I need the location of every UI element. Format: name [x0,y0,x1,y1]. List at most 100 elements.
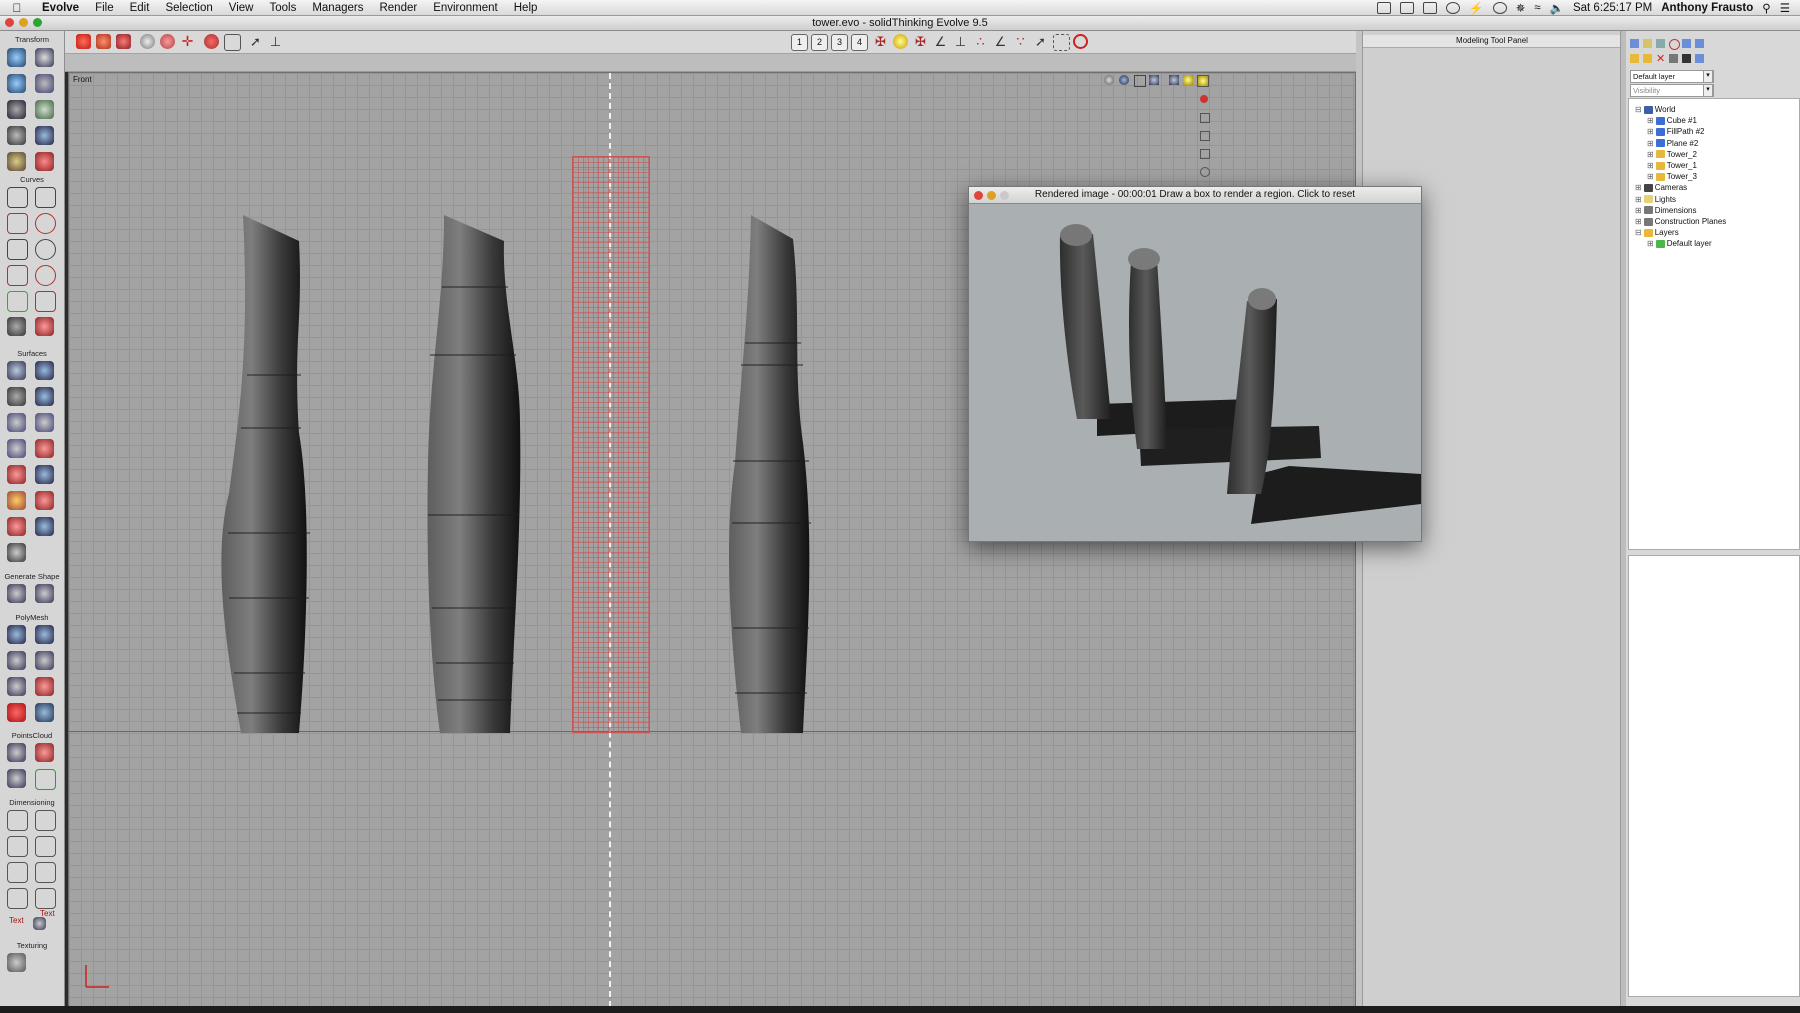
expand-toggle-icon[interactable]: ⊞ [1647,161,1654,170]
render-settings-icon[interactable] [116,34,131,49]
snap-point-icon[interactable]: ∵ [1013,34,1028,49]
aligned-dimension-icon[interactable] [35,810,56,831]
status-power-icon[interactable]: ⚡ [1469,1,1483,15]
notification-list-icon[interactable]: ☰ [1780,1,1790,15]
menubar-clock[interactable]: Sat 6:25:17 PM [1573,2,1652,14]
expand-toggle-icon[interactable]: ⊞ [1635,206,1642,215]
tower-3-shape[interactable] [729,143,849,743]
curve-tool-icon[interactable] [7,265,28,286]
tree-node[interactable]: ⊞ Tower_2 [1647,150,1697,159]
status-upload-icon[interactable] [1400,1,1415,14]
browser-stop-icon[interactable] [1669,39,1680,50]
menu-help[interactable]: Help [506,2,546,14]
menu-view[interactable]: View [221,2,262,14]
zoom-window-icon[interactable] [33,18,42,27]
viewport-nav-dolly-icon[interactable] [1200,149,1210,159]
measure-icon[interactable] [224,34,241,51]
radius-dimension-icon[interactable] [35,836,56,857]
project-curve-icon[interactable] [35,317,54,336]
blend-tool-icon[interactable] [35,439,54,458]
status-app-icon[interactable] [1377,1,1392,14]
zoom-icon[interactable] [140,34,155,49]
browser-new-icon[interactable] [1630,39,1639,48]
extrude-tool-icon[interactable] [7,361,26,380]
box-surface-icon[interactable] [35,361,54,380]
shell-tool-icon[interactable] [35,465,54,484]
browser-settings-icon[interactable] [1695,39,1704,48]
tree-node[interactable]: ⊟ World [1635,105,1675,114]
viewport-nav-pan-icon[interactable] [1200,113,1210,123]
spiral-tool-icon[interactable] [35,239,56,260]
diameter-dimension-icon[interactable] [7,862,28,883]
line-tool-icon[interactable] [35,187,56,208]
mirror-tool-icon[interactable] [35,74,54,93]
expand-toggle-icon[interactable]: ⊟ [1635,105,1642,114]
status-bluetooth-icon[interactable]: ✵ [1516,1,1526,15]
viewport-nav-zoom-icon[interactable] [1200,131,1210,141]
linear-dimension-icon[interactable] [7,810,28,831]
viewport-nav-fit-icon[interactable] [1200,167,1210,177]
snap-box-icon[interactable] [1053,34,1070,51]
browser-refresh-icon[interactable] [1682,39,1691,48]
sweep-tool-icon[interactable] [7,413,26,432]
trim-tool-icon[interactable] [7,491,26,510]
minimize-window-icon[interactable] [19,18,28,27]
view-4-button[interactable]: 4 [851,34,868,51]
disable-snap-icon[interactable] [1073,34,1088,49]
split-tool-icon[interactable] [7,517,26,536]
menu-environment[interactable]: Environment [425,2,506,14]
tower-2-shape[interactable] [424,143,544,743]
polyline-tool-icon[interactable] [7,187,28,208]
expand-toggle-icon[interactable]: ⊞ [1647,139,1654,148]
mesh-cut-icon[interactable] [7,677,26,696]
menu-file[interactable]: File [87,2,122,14]
status-info-icon[interactable] [1446,1,1461,14]
snap-center-icon[interactable] [893,34,908,49]
tree-node[interactable]: ⊞ Construction Planes [1635,217,1726,226]
visibility-select-chevron-down-icon[interactable]: ▾ [1703,84,1713,97]
mesh-check-icon[interactable] [7,703,26,722]
leader-dimension-icon[interactable] [35,862,56,883]
menu-selection[interactable]: Selection [157,2,220,14]
tree-node[interactable]: ⊞ Dimensions [1635,206,1697,215]
tree-node[interactable]: ⊞ Default layer [1647,239,1712,248]
annotation-tool-icon[interactable] [33,917,46,930]
status-display-icon[interactable] [1423,1,1438,14]
render-region-icon[interactable] [96,34,111,49]
texture-tool-icon[interactable] [7,953,26,972]
ordinate-dimension-icon[interactable] [7,888,28,909]
viewport-light-icon[interactable] [1183,75,1193,85]
boolean-tool-icon[interactable] [35,491,54,510]
arc-tool-icon[interactable] [7,213,28,234]
pointscloud-tool-icon[interactable] [7,743,26,762]
snap-intersect-icon[interactable]: ∠ [993,34,1008,49]
text-tool-label[interactable]: Text [9,916,24,925]
browser-link-icon[interactable] [1669,54,1678,63]
mesh-info-icon[interactable] [35,703,54,722]
render-minimize-icon[interactable] [987,191,996,200]
rendered-image[interactable] [969,204,1421,541]
render-zoom-icon[interactable] [1000,191,1009,200]
revolve-tool-icon[interactable] [7,387,26,406]
expand-toggle-icon[interactable]: ⊞ [1635,217,1642,226]
tree-node[interactable]: ⊞ Cube #1 [1647,116,1697,125]
viewport-nav-orbit-icon[interactable] [1200,95,1208,103]
render-close-icon[interactable] [974,191,983,200]
browser-copy-icon[interactable] [1656,39,1665,48]
pointscloud-edit-icon[interactable] [35,743,54,762]
browser-delete-icon[interactable]: ✕ [1656,52,1665,65]
patch-tool-icon[interactable] [7,439,26,458]
rotate-tool-icon[interactable] [35,48,54,67]
axis-icon[interactable]: ⊥ [268,34,283,49]
render-icon[interactable] [76,34,91,49]
zoom-extents-icon[interactable] [160,34,175,49]
expand-toggle-icon[interactable]: ⊞ [1635,183,1642,192]
morph-tool-icon[interactable] [7,584,26,603]
mesh-reduce-icon[interactable] [35,677,54,696]
deform-tool-icon[interactable] [7,126,26,145]
visibility-select[interactable]: Visibility [1630,84,1714,97]
menu-render[interactable]: Render [371,2,425,14]
expand-toggle-icon[interactable]: ⊞ [1635,195,1642,204]
ellipse-tool-icon[interactable] [35,265,56,286]
axis-tool-icon[interactable] [35,152,54,171]
